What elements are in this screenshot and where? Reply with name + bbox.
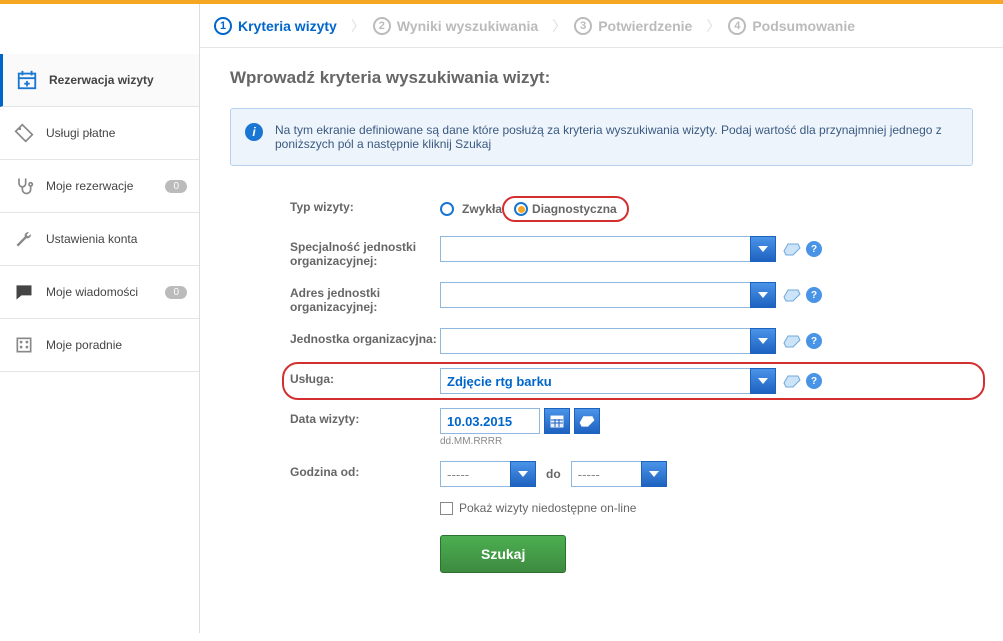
sidebar: Rezerwacja wizyty Usługi płatne Moje rez… bbox=[0, 4, 200, 633]
dropdown-button[interactable] bbox=[750, 328, 776, 354]
info-box: i Na tym ekranie definiowane są dane któ… bbox=[230, 108, 973, 166]
sidebar-item-paid-services[interactable]: Usługi płatne bbox=[0, 107, 199, 160]
unavailable-label: Pokaż wizyty niedostępne on-line bbox=[459, 501, 636, 515]
calendar-plus-icon bbox=[15, 68, 39, 92]
wrench-icon bbox=[12, 227, 36, 251]
building-icon bbox=[12, 333, 36, 357]
stethoscope-icon bbox=[12, 174, 36, 198]
step-number: 3 bbox=[574, 17, 592, 35]
radio-regular-label: Zwykła bbox=[462, 202, 502, 216]
date-input[interactable] bbox=[440, 408, 540, 434]
eraser-icon[interactable] bbox=[782, 371, 802, 391]
wizard-steps: 1 Kryteria wizyty 〉 2 Wyniki wyszukiwani… bbox=[200, 4, 1003, 48]
sidebar-label: Moje wiadomości bbox=[46, 285, 138, 299]
service-label: Usługa: bbox=[290, 368, 440, 386]
hour-to-label: do bbox=[546, 467, 561, 481]
sidebar-item-messages[interactable]: Moje wiadomości 0 bbox=[0, 266, 199, 319]
chevron-right-icon: 〉 bbox=[343, 16, 373, 36]
hour-from-label: Godzina od: bbox=[290, 461, 440, 479]
step-label: Potwierdzenie bbox=[598, 18, 692, 34]
help-icon[interactable]: ? bbox=[806, 241, 822, 257]
sidebar-label: Moje rezerwacje bbox=[46, 179, 133, 193]
speciality-input[interactable] bbox=[440, 236, 750, 262]
help-icon[interactable]: ? bbox=[806, 333, 822, 349]
sidebar-label: Rezerwacja wizyty bbox=[49, 73, 154, 87]
dropdown-button[interactable] bbox=[750, 368, 776, 394]
badge-count: 0 bbox=[165, 180, 187, 193]
sidebar-item-settings[interactable]: Ustawienia konta bbox=[0, 213, 199, 266]
dropdown-button[interactable] bbox=[510, 461, 536, 487]
hour-from-input[interactable] bbox=[440, 461, 510, 487]
dropdown-button[interactable] bbox=[750, 282, 776, 308]
main-content: 1 Kryteria wizyty 〉 2 Wyniki wyszukiwani… bbox=[200, 4, 1003, 633]
visit-type-label: Typ wizyty: bbox=[290, 196, 440, 214]
sidebar-label: Ustawienia konta bbox=[46, 232, 137, 246]
radio-regular[interactable] bbox=[440, 202, 454, 216]
search-button[interactable]: Szukaj bbox=[440, 535, 566, 573]
radio-diagnostic-label: Diagnostyczna bbox=[532, 202, 617, 216]
address-input[interactable] bbox=[440, 282, 750, 308]
step-results: 2 Wyniki wyszukiwania bbox=[373, 17, 544, 35]
address-label: Adres jednostki organizacyjnej: bbox=[290, 282, 440, 314]
step-number: 2 bbox=[373, 17, 391, 35]
chat-icon bbox=[12, 280, 36, 304]
help-icon[interactable]: ? bbox=[806, 287, 822, 303]
dropdown-button[interactable] bbox=[750, 236, 776, 262]
highlight-diagnostic: Diagnostyczna bbox=[502, 196, 629, 222]
step-criteria[interactable]: 1 Kryteria wizyty bbox=[214, 17, 343, 35]
step-label: Podsumowanie bbox=[752, 18, 855, 34]
step-label: Wyniki wyszukiwania bbox=[397, 18, 538, 34]
chevron-right-icon: 〉 bbox=[544, 16, 574, 36]
badge-count: 0 bbox=[165, 286, 187, 299]
hour-to-input[interactable] bbox=[571, 461, 641, 487]
step-number: 4 bbox=[728, 17, 746, 35]
tag-icon bbox=[12, 121, 36, 145]
radio-diagnostic[interactable] bbox=[514, 202, 528, 216]
unit-label: Jednostka organizacyjna: bbox=[290, 328, 440, 346]
step-number: 1 bbox=[214, 17, 232, 35]
step-confirmation: 3 Potwierdzenie bbox=[574, 17, 698, 35]
sidebar-label: Moje poradnie bbox=[46, 338, 122, 352]
date-label: Data wizyty: bbox=[290, 408, 440, 426]
chevron-right-icon: 〉 bbox=[698, 16, 728, 36]
unavailable-checkbox[interactable] bbox=[440, 502, 453, 515]
date-hint: dd.MM.RRRR bbox=[440, 436, 600, 447]
step-summary: 4 Podsumowanie bbox=[728, 17, 861, 35]
page-heading: Wprowadź kryteria wyszukiwania wizyt: bbox=[230, 68, 973, 88]
unit-input[interactable] bbox=[440, 328, 750, 354]
sidebar-item-reservation[interactable]: Rezerwacja wizyty bbox=[0, 54, 199, 107]
info-text: Na tym ekranie definiowane są dane które… bbox=[275, 123, 958, 151]
eraser-icon[interactable] bbox=[574, 408, 600, 434]
eraser-icon[interactable] bbox=[782, 285, 802, 305]
speciality-label: Specjalność jednostki organizacyjnej: bbox=[290, 236, 440, 268]
dropdown-button[interactable] bbox=[641, 461, 667, 487]
sidebar-item-clinics[interactable]: Moje poradnie bbox=[0, 319, 199, 372]
eraser-icon[interactable] bbox=[782, 331, 802, 351]
sidebar-label: Usługi płatne bbox=[46, 126, 115, 140]
service-input[interactable] bbox=[440, 368, 750, 394]
sidebar-item-my-reservations[interactable]: Moje rezerwacje 0 bbox=[0, 160, 199, 213]
info-icon: i bbox=[245, 123, 263, 141]
eraser-icon[interactable] bbox=[782, 239, 802, 259]
help-icon[interactable]: ? bbox=[806, 373, 822, 389]
step-label: Kryteria wizyty bbox=[238, 18, 337, 34]
calendar-icon[interactable] bbox=[544, 408, 570, 434]
